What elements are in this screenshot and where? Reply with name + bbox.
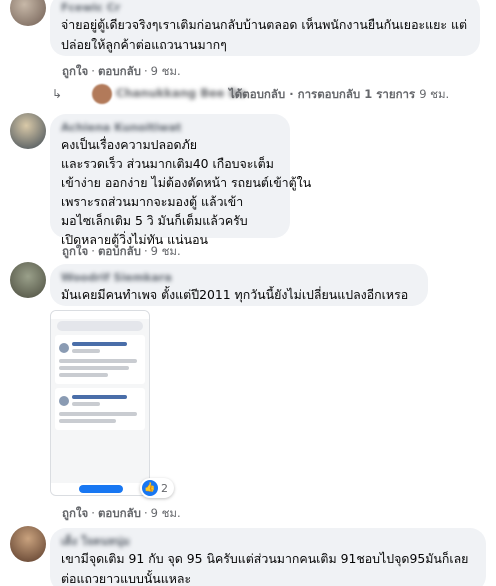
separator: · — [91, 506, 95, 520]
separator: · — [91, 64, 95, 78]
comment-text-line: คงเป็นเรื่องความปลอดภัย — [61, 137, 198, 152]
commenter-avatar[interactable] — [10, 526, 46, 562]
reply-avatar — [92, 84, 112, 104]
image-bottom-bar — [51, 483, 149, 495]
comment-time[interactable]: 9 ชม. — [151, 506, 181, 520]
comment-text-line: และรวดเร็ว ส่วนมากเติม40 เกือบจะเต็ม — [61, 156, 274, 171]
comment-actions: ถูกใจ · ตอบกลับ · 9 ชม. — [62, 243, 181, 261]
image-status-bar — [51, 311, 149, 319]
comment-text-line: มันเคยมีคนทำเพจ ตั้งแต่ปี2011 ทุกวันนี้ย… — [61, 287, 409, 302]
commenter-avatar[interactable] — [10, 0, 46, 26]
reply-summary: ได้ตอบกลับ · การตอบกลับ 1 รายการ 9 ชม. — [229, 87, 450, 101]
reply-link[interactable]: ตอบกลับ — [98, 244, 141, 258]
like-link[interactable]: ถูกใจ — [62, 64, 88, 78]
separator: · — [91, 244, 95, 258]
comment-author[interactable]: Fcewic Cr — [61, 1, 469, 15]
reply-link[interactable]: ตอบกลับ — [98, 64, 141, 78]
comment-text-line: ปล่อยให้ลูกค้าต่อแถวนานมากๆ — [61, 37, 227, 52]
comment-time[interactable]: 9 ชม. — [151, 244, 181, 258]
reply-link[interactable]: ตอบกลับ — [98, 506, 141, 520]
separator: · — [143, 64, 148, 78]
comment-text-line: ต่อแถวยาวแบบนั้นแหละ — [61, 571, 192, 586]
like-link[interactable]: ถูกใจ — [62, 506, 88, 520]
comment-bubble: Achiena Kunoitiwat คงเป็นเรื่องความปลอดภ… — [50, 114, 312, 247]
reply-arrow-icon: ↳ — [52, 87, 63, 101]
comment-text-line: มอไซเล็กเติม 5 วิ มันก็เต็มแล้วครับ — [61, 213, 248, 228]
commenter-avatar[interactable] — [10, 113, 46, 149]
comment-actions: ถูกใจ · ตอบกลับ · 9 ชม. — [62, 505, 181, 523]
comment-actions: ถูกใจ · ตอบกลับ · 9 ชม. — [62, 63, 181, 81]
separator: · — [143, 244, 148, 258]
comment-time[interactable]: 9 ชม. — [151, 64, 181, 78]
reply-author: Chanukkang Bee Do — [116, 86, 247, 100]
image-post — [55, 388, 145, 430]
image-search-bar — [57, 321, 143, 331]
comment-text-line: เข้าง่าย ออกง่าย ไม่ต้องตัดหน้า รถยนต์เข… — [61, 175, 312, 190]
comment-author[interactable]: Achiena Kunoitiwat — [61, 121, 279, 135]
comment-text-line: เขามีจุดเติม 91 กับ จุด 95 นิครับแต่ส่วน… — [61, 551, 469, 566]
image-post — [55, 335, 145, 384]
attached-image[interactable] — [50, 310, 150, 496]
comment-bubble: Woodrif Siemkara มันเคยมีคนทำเพจ ตั้งแต่… — [50, 264, 428, 306]
like-link[interactable]: ถูกใจ — [62, 244, 88, 258]
comment-bubble: Fcewic Cr จ่ายอยู่ตู้เดียวจริงๆเราเติมก่… — [50, 0, 480, 56]
comment-text-line: จ่ายอยู่ตู้เดียวจริงๆเราเติมก่อนกลับบ้าน… — [61, 17, 468, 32]
commenter-avatar[interactable] — [10, 262, 46, 298]
like-icon: 👍 — [142, 480, 158, 496]
comment-author[interactable]: Woodrif Siemkara — [61, 271, 417, 285]
comment-author[interactable]: เต็ง ใจคนหนุ่ม — [61, 535, 475, 549]
separator: · — [143, 506, 148, 520]
comment-text-line: เพราะรถส่วนมากจะมองตู้ แล้วเข้า — [61, 194, 244, 209]
comment-bubble: เต็ง ใจคนหนุ่ม เขามีจุดเติม 91 กับ จุด 9… — [50, 528, 486, 586]
reaction-count: 2 — [161, 481, 168, 495]
reaction-badge[interactable]: 👍 2 — [140, 478, 174, 498]
